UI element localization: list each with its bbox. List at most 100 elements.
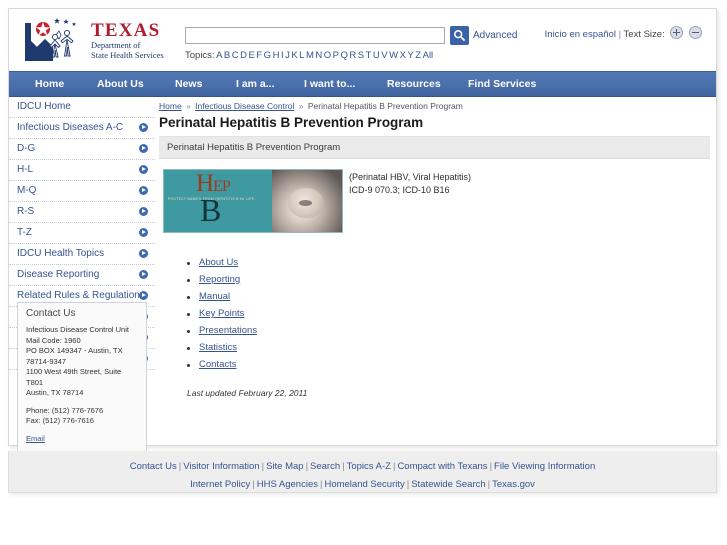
footer-link-contact-us[interactable]: Contact Us (130, 461, 177, 472)
topic-letter-all[interactable]: All (423, 50, 434, 61)
topic-letter-v[interactable]: V (381, 50, 387, 61)
topic-letter-y[interactable]: Y (407, 50, 413, 61)
nav-item-home[interactable]: Home (35, 72, 64, 96)
breadcrumb-item-home[interactable]: Home (159, 101, 182, 111)
footer-link-hhs-agencies[interactable]: HHS Agencies (257, 479, 318, 490)
text-size-increase-button[interactable] (670, 26, 684, 39)
footer-link-site-map[interactable]: Site Map (266, 461, 304, 472)
topic-letter-k[interactable]: K (291, 50, 297, 61)
nav-item-i-want-to[interactable]: I want to... (304, 72, 355, 96)
footer-separator: | (406, 479, 410, 490)
sidebar-item-idcu-home[interactable]: IDCU Home (9, 97, 155, 118)
chevron-right-icon (139, 186, 148, 195)
sidebar-item-m-q[interactable]: M-Q (9, 181, 155, 202)
topic-letter-x[interactable]: X (400, 50, 406, 61)
contact-email-link[interactable]: Email (26, 434, 45, 443)
topic-letter-d[interactable]: D (240, 50, 247, 61)
footer-link-statewide-search[interactable]: Statewide Search (411, 479, 485, 490)
topic-letter-g[interactable]: G (264, 50, 271, 61)
topic-letter-i[interactable]: I (281, 50, 284, 61)
footer-separator: | (261, 461, 265, 472)
link-manual[interactable]: Manual (199, 291, 230, 302)
footer-link-internet-policy[interactable]: Internet Policy (190, 479, 250, 490)
topic-letter-a[interactable]: A (216, 50, 222, 61)
footer-separator: | (392, 461, 396, 472)
link-presentations[interactable]: Presentations (199, 325, 257, 336)
contact-mail-code: Mail Code: 1960 (26, 335, 81, 345)
topic-letter-w[interactable]: W (389, 50, 398, 61)
topics-letter-links: A B C D E F G H I J K L M N O P Q R S T U V W X Y Z All (215, 50, 434, 61)
advanced-search-link[interactable]: Advanced (473, 30, 517, 41)
nav-item-find-services[interactable]: Find Services (468, 72, 536, 96)
link-key-points[interactable]: Key Points (199, 308, 244, 319)
sidebar-item-disease-reporting[interactable]: Disease Reporting (9, 265, 155, 286)
footer-link-visitor-information[interactable]: Visitor Information (183, 461, 259, 472)
topic-letter-h[interactable]: H (273, 50, 280, 61)
topic-letter-u[interactable]: U (373, 50, 380, 61)
search-input[interactable] (185, 27, 445, 44)
breadcrumb-item-infectious-disease-control[interactable]: Infectious Disease Control (195, 101, 294, 111)
topic-letter-f[interactable]: F (256, 50, 262, 61)
chevron-right-icon (139, 228, 148, 237)
search-button[interactable] (450, 26, 469, 45)
contact-po-box: PO BOX 149347 - Austin, TX 78714-9347 (26, 346, 123, 366)
list-item: Statistics (187, 342, 710, 359)
topic-letter-c[interactable]: C (232, 50, 239, 61)
chevron-right-icon (139, 165, 148, 174)
banner-b-text: B (200, 192, 222, 228)
sidebar-item-idcu-health-topics[interactable]: IDCU Health Topics (9, 244, 155, 265)
topic-letter-q[interactable]: Q (341, 50, 348, 61)
contact-us-box: Contact Us Infectious Disease Control Un… (17, 302, 147, 453)
chevron-right-icon (139, 207, 148, 216)
topic-letter-p[interactable]: P (333, 50, 339, 61)
spanish-link[interactable]: Inicio en español (545, 29, 616, 40)
footer-separator: | (320, 479, 323, 490)
footer-separator: | (487, 479, 491, 490)
texas-dshs-logo[interactable]: TEXAS Department of State Health Service… (23, 17, 173, 67)
sidebar-item-d-g[interactable]: D-G (9, 139, 155, 160)
footer-link-topics-a-z[interactable]: Topics A-Z (347, 461, 391, 472)
section-subtitle-bar: Perinatal Hepatitis B Prevention Program (159, 136, 710, 159)
sidebar-item-label: IDCU Health Topics (17, 248, 105, 259)
list-item: Manual (187, 291, 710, 308)
footer-link-search[interactable]: Search (310, 461, 340, 472)
footer-link-compact-with-texans[interactable]: Compact with Texans (397, 461, 487, 472)
footer-link-homeland-security[interactable]: Homeland Security (324, 479, 404, 490)
sidebar-item-t-z[interactable]: T-Z (9, 223, 155, 244)
link-about-us[interactable]: About Us (199, 257, 238, 268)
main-content: Home » Infectious Disease Control » Peri… (159, 97, 710, 398)
footer-link-file-viewing-information[interactable]: File Viewing Information (494, 461, 595, 472)
chevron-right-icon (139, 144, 148, 153)
chevron-right-icon (139, 123, 148, 132)
topic-letter-r[interactable]: R (349, 50, 356, 61)
topic-letter-s[interactable]: S (358, 50, 364, 61)
topic-letter-o[interactable]: O (324, 50, 331, 61)
topic-letter-t[interactable]: T (366, 50, 372, 61)
topic-letter-b[interactable]: B (224, 50, 230, 61)
text-size-label: Text Size: (623, 29, 665, 40)
topics-az-bar: Topics: A B C D E F G H I J K L M N O P Q R S T U V W X Y Z All (185, 50, 433, 61)
text-size-decrease-button[interactable] (689, 26, 702, 39)
sidebar-item-label: Infectious Diseases A-C (17, 122, 124, 133)
footer-link-texas-gov[interactable]: Texas.gov (492, 479, 535, 490)
sidebar-item-infectious-diseases-a-c[interactable]: Infectious Diseases A-C (9, 118, 155, 139)
topic-letter-n[interactable]: N (315, 50, 322, 61)
link-statistics[interactable]: Statistics (199, 342, 237, 353)
breadcrumb-item-current: Perinatal Hepatitis B Prevention Program (307, 101, 463, 111)
nav-item-resources[interactable]: Resources (387, 72, 441, 96)
sidebar-item-r-s[interactable]: R-S (9, 202, 155, 223)
topic-letter-m[interactable]: M (306, 50, 314, 61)
nav-item-news[interactable]: News (175, 72, 202, 96)
sidebar-item-h-l[interactable]: H-L (9, 160, 155, 181)
sidebar-item-label: Related Rules & Regulations (17, 290, 145, 301)
topic-letter-z[interactable]: Z (415, 50, 421, 61)
link-contacts[interactable]: Contacts (199, 359, 237, 370)
topic-letter-e[interactable]: E (249, 50, 255, 61)
sidebar-item-label: M-Q (17, 185, 37, 196)
nav-item-i-am-a[interactable]: I am a... (236, 72, 275, 96)
topic-letter-l[interactable]: L (299, 50, 304, 61)
breadcrumb-separator: » (186, 101, 191, 111)
nav-item-about-us[interactable]: About Us (97, 72, 144, 96)
link-reporting[interactable]: Reporting (199, 274, 240, 285)
topic-letter-j[interactable]: J (285, 50, 290, 61)
